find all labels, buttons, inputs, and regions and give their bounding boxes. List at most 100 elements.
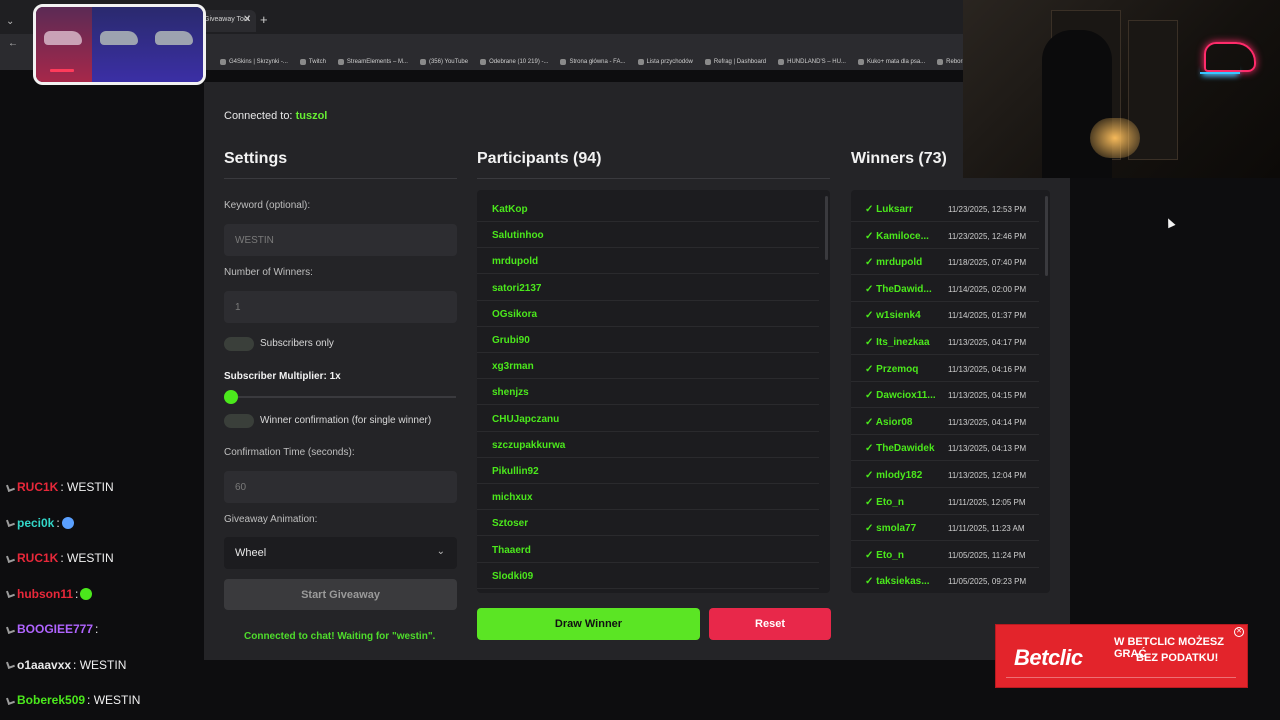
chat-message: peci0k: — [6, 516, 74, 530]
bookmark-label: Odebrane (10 219) -... — [489, 59, 549, 65]
winner-row: ✓ smola77 11/11/2025, 11:23 AM — [851, 515, 1039, 542]
badge-icon — [6, 660, 15, 669]
bookmark-label: HUNDLAND'S – HU... — [787, 59, 846, 65]
winners-title: Winners (73) — [851, 150, 947, 167]
participant-row: satori2137 — [477, 275, 819, 301]
keyword-input[interactable]: WESTIN — [224, 224, 457, 256]
winner-confirmation-toggle[interactable] — [224, 414, 254, 428]
winner-name: ✓ Asior08 — [865, 416, 913, 428]
multiplier-label: Subscriber Multiplier: 1x — [224, 371, 341, 382]
chat-message: o1aaavxx: WESTIN — [6, 657, 127, 672]
participant-row: CHUJapczanu — [477, 406, 819, 432]
chat-text: : WESTIN — [87, 693, 141, 707]
bookmark-item[interactable]: Refrag | Dashboard — [704, 59, 767, 65]
chat-text: : WESTIN — [60, 551, 114, 565]
draw-winner-button[interactable]: Draw Winner — [477, 608, 700, 640]
winner-date: 11/23/2025, 12:53 PM — [948, 205, 1027, 214]
winner-name: ✓ Eto_n — [865, 496, 904, 508]
divider — [477, 178, 830, 179]
close-icon[interactable]: ✕ — [243, 14, 251, 25]
badge-icon — [6, 482, 15, 492]
start-giveaway-button[interactable]: Start Giveaway — [224, 579, 457, 610]
scrollbar[interactable] — [1045, 196, 1048, 276]
chat-message: RUC1K: WESTIN — [6, 480, 114, 494]
winner-date: 11/13/2025, 04:15 PM — [948, 391, 1027, 401]
bookmark-item[interactable]: StreamElements – M... — [337, 59, 408, 65]
winner-row: ✓ Eto_n 11/05/2025, 11:24 PM — [851, 542, 1039, 568]
scrollbar[interactable] — [825, 196, 828, 260]
bookmark-item[interactable]: Kuko+ mata dla psa... — [857, 59, 925, 65]
bookmark-item[interactable]: HUNDLAND'S – HU... — [778, 59, 846, 65]
winner-row: ✓ Luksarr 11/23/2025, 12:53 PM — [851, 196, 1039, 222]
subscribers-only-toggle[interactable] — [224, 337, 254, 351]
participant-row: Slodki09 — [477, 563, 819, 589]
bookmark-favicon-icon — [337, 59, 344, 65]
bookmark-item[interactable]: Lista przychodów — [637, 59, 693, 65]
emote-icon — [61, 516, 74, 529]
item-slot — [147, 7, 203, 82]
multiplier-slider-knob[interactable] — [224, 390, 238, 404]
screen: ⌄ Giveaway Tool ✕ + ← G4Skins | Skrzynki… — [0, 0, 1280, 720]
weapon-icon — [99, 31, 138, 45]
winner-row: ✓ mlody182 11/13/2025, 12:04 PM — [851, 462, 1039, 488]
chat-message: Boberek509: WESTIN — [6, 693, 141, 707]
back-icon[interactable]: ← — [8, 38, 18, 49]
winners-list[interactable]: ✓ Luksarr 11/23/2025, 12:53 PM ✓ Kamiloce.… — [851, 190, 1050, 593]
keyword-label: Keyword (optional): — [224, 200, 311, 211]
betclic-logo: Betclic — [1014, 645, 1083, 670]
winner-name: ✓ smola77 — [865, 523, 917, 535]
winner-date: 11/14/2025, 02:00 PM — [948, 284, 1027, 294]
chat-text: : WESTIN — [73, 657, 127, 672]
winner-date: 11/18/2025, 07:40 PM — [948, 258, 1027, 268]
reset-button[interactable]: Reset — [709, 608, 831, 640]
bookmark-label: Twitch — [308, 59, 326, 65]
confirmation-time-input[interactable]: 60 — [224, 471, 457, 503]
winner-row: ✓ Kamiloce... 11/23/2025, 12:46 PM — [851, 223, 1039, 249]
winner-row: ✓ TheDawid... 11/14/2025, 02:00 PM — [851, 276, 1039, 302]
participant-row: KatKop — [477, 196, 819, 222]
divider — [224, 178, 457, 179]
participants-list[interactable]: KatKop Salutinhoo mrdupold satori2137 OGsiko… — [477, 190, 830, 593]
bookmark-item[interactable]: (356) YouTube — [419, 59, 468, 65]
bookmark-item[interactable]: Twitch — [299, 59, 326, 65]
animation-select[interactable]: Wheel ⌄ — [224, 537, 457, 569]
participant-row: Salutinhoo — [477, 222, 819, 249]
bookmark-item[interactable]: G4Skins | Skrzynki -... — [220, 59, 288, 65]
betclic-ad[interactable]: Betclic W BETCLIC MOŻESZ GRAĆ BEZ PODATK… — [995, 624, 1248, 688]
winner-name: ✓ Dawciox11... — [865, 390, 936, 402]
winner-row: ✓ w1sienk4 11/14/2025, 01:37 PM — [851, 302, 1039, 329]
bookmark-item[interactable]: Odebrane (10 219) -... — [480, 59, 548, 65]
badge-icon — [6, 518, 15, 527]
participant-row: Pikullin92 — [477, 458, 819, 484]
bookmark-item[interactable]: Strona główna - FA... — [560, 59, 626, 65]
chat-username: RUC1K — [17, 551, 59, 565]
weapon-icon — [155, 31, 194, 45]
tab-list-icon[interactable]: ⌄ — [6, 16, 14, 27]
winner-row: ✓ taksiekas... 11/05/2025, 09:23 PM — [851, 568, 1039, 593]
item-slot — [91, 7, 148, 82]
chat-text: : — [75, 586, 79, 601]
new-tab-icon[interactable]: + — [260, 12, 268, 27]
participant-row: mrdupold — [477, 248, 819, 275]
winners-count-input[interactable]: 1 — [224, 291, 457, 323]
bookmark-label: Refrag | Dashboard — [713, 59, 767, 65]
participant-row: OGsikora — [477, 301, 819, 327]
weapon-icon — [44, 31, 82, 45]
winner-row: ✓ mrdupold 11/18/2025, 07:40 PM — [851, 249, 1039, 276]
winner-date: 11/23/2025, 12:46 PM — [948, 231, 1027, 241]
bookmark-label: Lista przychodów — [646, 59, 693, 65]
participant-row: Grubi90 — [477, 327, 819, 353]
winner-name: ✓ w1sienk4 — [865, 310, 921, 322]
close-icon[interactable]: ✕ — [1234, 627, 1244, 637]
winner-name: ✓ taksiekas... — [865, 576, 930, 588]
multiplier-slider-track[interactable] — [230, 396, 456, 398]
emote-icon — [80, 587, 93, 600]
bookmark-item[interactable]: Reborn • The He — [937, 59, 963, 65]
winner-date: 11/11/2025, 11:23 AM — [948, 524, 1025, 534]
winner-date: 11/11/2025, 12:05 PM — [948, 497, 1026, 507]
bookmark-label: Reborn • The He — [946, 59, 963, 65]
chat-username: BOOGIEE777 — [17, 622, 94, 636]
chat-username: Boberek509 — [17, 693, 86, 707]
bookmark-label: Strona główna - FA... — [569, 59, 626, 65]
winner-name: ✓ Przemoq — [865, 363, 919, 375]
